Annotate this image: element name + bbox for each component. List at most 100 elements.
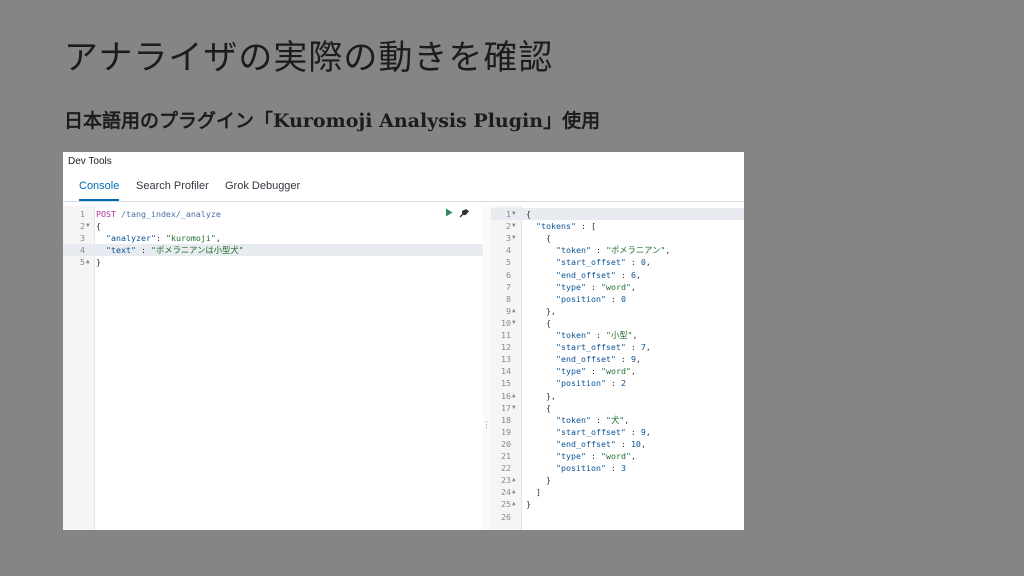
line-number: 2	[506, 221, 511, 232]
code-text: {	[96, 221, 101, 232]
fold-close-icon[interactable]: ▲	[512, 486, 516, 498]
line-number: 16	[501, 390, 511, 401]
line-number: 17	[501, 402, 511, 413]
line-number: 23	[501, 475, 511, 486]
line-number: 3	[506, 233, 511, 244]
code-text: {	[526, 317, 551, 328]
code-text: }	[526, 475, 551, 486]
code-text: ]	[526, 487, 541, 498]
line-number: 21	[501, 451, 511, 461]
request-method: POST	[96, 209, 116, 219]
code-line: 1 POST /tang_index/_analyze	[63, 208, 483, 220]
code-line: 2 ▼ {	[63, 220, 483, 232]
code-text: "position" : 2	[555, 378, 626, 389]
fold-open-icon[interactable]: ▼	[512, 232, 516, 244]
code-text: "token" : "小型",	[555, 330, 638, 340]
tab-grok-debugger[interactable]: Grok Debugger	[225, 180, 300, 199]
line-number: 25	[501, 499, 511, 510]
response-viewer: 1 ▼{2 ▼ "tokens" : [3 ▼ {4 "token" : "ポメラニア…	[491, 206, 744, 530]
code-line: 19 "start_offset" : 9,	[491, 426, 744, 438]
fold-open-icon[interactable]: ▼	[512, 402, 516, 414]
fold-close-icon[interactable]: ▲	[512, 390, 516, 402]
code-text: "start_offset" : 7,	[555, 342, 651, 353]
code-line: 5 ▲}	[63, 256, 483, 268]
code-text: "start_offset" : 9,	[555, 426, 651, 437]
pane-resizer[interactable]: · · ·	[483, 206, 491, 530]
code-line: 15 "position" : 2	[491, 377, 744, 389]
code-line: 26	[491, 511, 744, 523]
line-number: 3	[80, 233, 85, 244]
tab-bar: Console Search Profiler Grok Debugger	[63, 174, 744, 202]
code-text: "token" : "犬",	[555, 414, 630, 425]
line-number: 8	[506, 293, 511, 304]
line-number: 4	[80, 245, 85, 256]
code-line: 5 "start_offset" : 0,	[491, 256, 744, 268]
resize-handle-icon[interactable]: · · ·	[485, 419, 488, 434]
code-text: {	[526, 402, 551, 413]
fold-open-icon[interactable]: ▼	[512, 220, 516, 232]
request-editor[interactable]: 1 POST /tang_index/_analyze 2 ▼ {3 "analyzer…	[63, 206, 483, 530]
code-text: "analyzer": "kuromoji",	[106, 233, 221, 244]
play-icon[interactable]	[445, 208, 453, 221]
code-line: 21 "type" : "word",	[491, 450, 744, 462]
dev-tools-window: Dev Tools Console Search Profiler Grok D…	[63, 152, 744, 530]
line-number: 24	[501, 487, 511, 498]
line-number: 15	[501, 378, 511, 389]
code-text: "start_offset" : 0,	[555, 257, 651, 268]
code-text: "end_offset" : 9,	[555, 354, 641, 365]
code-line: 8 "position" : 0	[491, 293, 744, 305]
code-text: POST /tang_index/_analyze	[96, 208, 221, 220]
code-line: 13 "end_offset" : 9,	[491, 353, 744, 365]
code-text: },	[526, 390, 556, 401]
code-line: 24 ▲ ]	[491, 486, 744, 498]
code-line: 10 ▼ {	[491, 317, 744, 329]
fold-close-icon[interactable]: ▲	[86, 256, 90, 268]
dev-tools-header: Dev Tools	[68, 156, 112, 167]
code-line: 4 "token" : "ポメラニアン",	[491, 244, 744, 256]
line-number: 13	[501, 354, 511, 365]
code-line: 18 "token" : "犬",	[491, 414, 744, 426]
code-line: 6 "end_offset" : 6,	[491, 269, 744, 281]
code-line: 25 ▲}	[491, 498, 744, 510]
fold-open-icon[interactable]: ▼	[512, 317, 516, 329]
code-line: 3 ▼ {	[491, 232, 744, 244]
code-text: "end_offset" : 10,	[555, 438, 646, 449]
code-text: {	[526, 209, 531, 219]
fold-open-icon[interactable]: ▼	[512, 208, 516, 220]
request-path: /tang_index/_analyze	[115, 209, 221, 219]
line-number: 20	[501, 438, 511, 449]
line-number: 4	[506, 245, 511, 256]
line-number: 22	[501, 463, 511, 474]
code-line: 11 "token" : "小型",	[491, 329, 744, 341]
tab-console[interactable]: Console	[79, 180, 120, 201]
line-number: 2	[80, 221, 85, 232]
line-number: 9	[506, 305, 511, 316]
line-number: 10	[501, 317, 511, 328]
line-number: 1	[80, 209, 85, 219]
line-number: 1	[506, 209, 511, 219]
fold-close-icon[interactable]: ▲	[512, 305, 516, 317]
fold-close-icon[interactable]: ▲	[512, 474, 516, 486]
code-text: "type" : "word",	[555, 451, 636, 461]
code-text: }	[96, 257, 101, 268]
code-line: 14 "type" : "word",	[491, 365, 744, 377]
code-line: 1 ▼ {	[491, 208, 744, 220]
line-number: 11	[501, 330, 511, 340]
line-number: 26	[501, 511, 511, 522]
code-text: "type" : "word",	[555, 366, 636, 377]
code-line: 7 "type" : "word",	[491, 281, 744, 293]
code-line: 9 ▲ },	[491, 305, 744, 317]
code-line: 20 "end_offset" : 10,	[491, 438, 744, 450]
code-text: }	[526, 499, 531, 510]
fold-close-icon[interactable]: ▲	[512, 498, 516, 510]
code-line: 22 "position" : 3	[491, 462, 744, 474]
line-number: 12	[501, 342, 511, 353]
fold-open-icon[interactable]: ▼	[86, 220, 90, 232]
wrench-icon[interactable]	[459, 208, 469, 222]
line-number: 6	[506, 269, 511, 280]
code-text: {	[526, 233, 551, 244]
tab-search-profiler[interactable]: Search Profiler	[136, 180, 209, 199]
line-number: 18	[501, 414, 511, 425]
code-text: "tokens" : [	[536, 221, 596, 232]
code-text: "position" : 3	[555, 463, 626, 474]
